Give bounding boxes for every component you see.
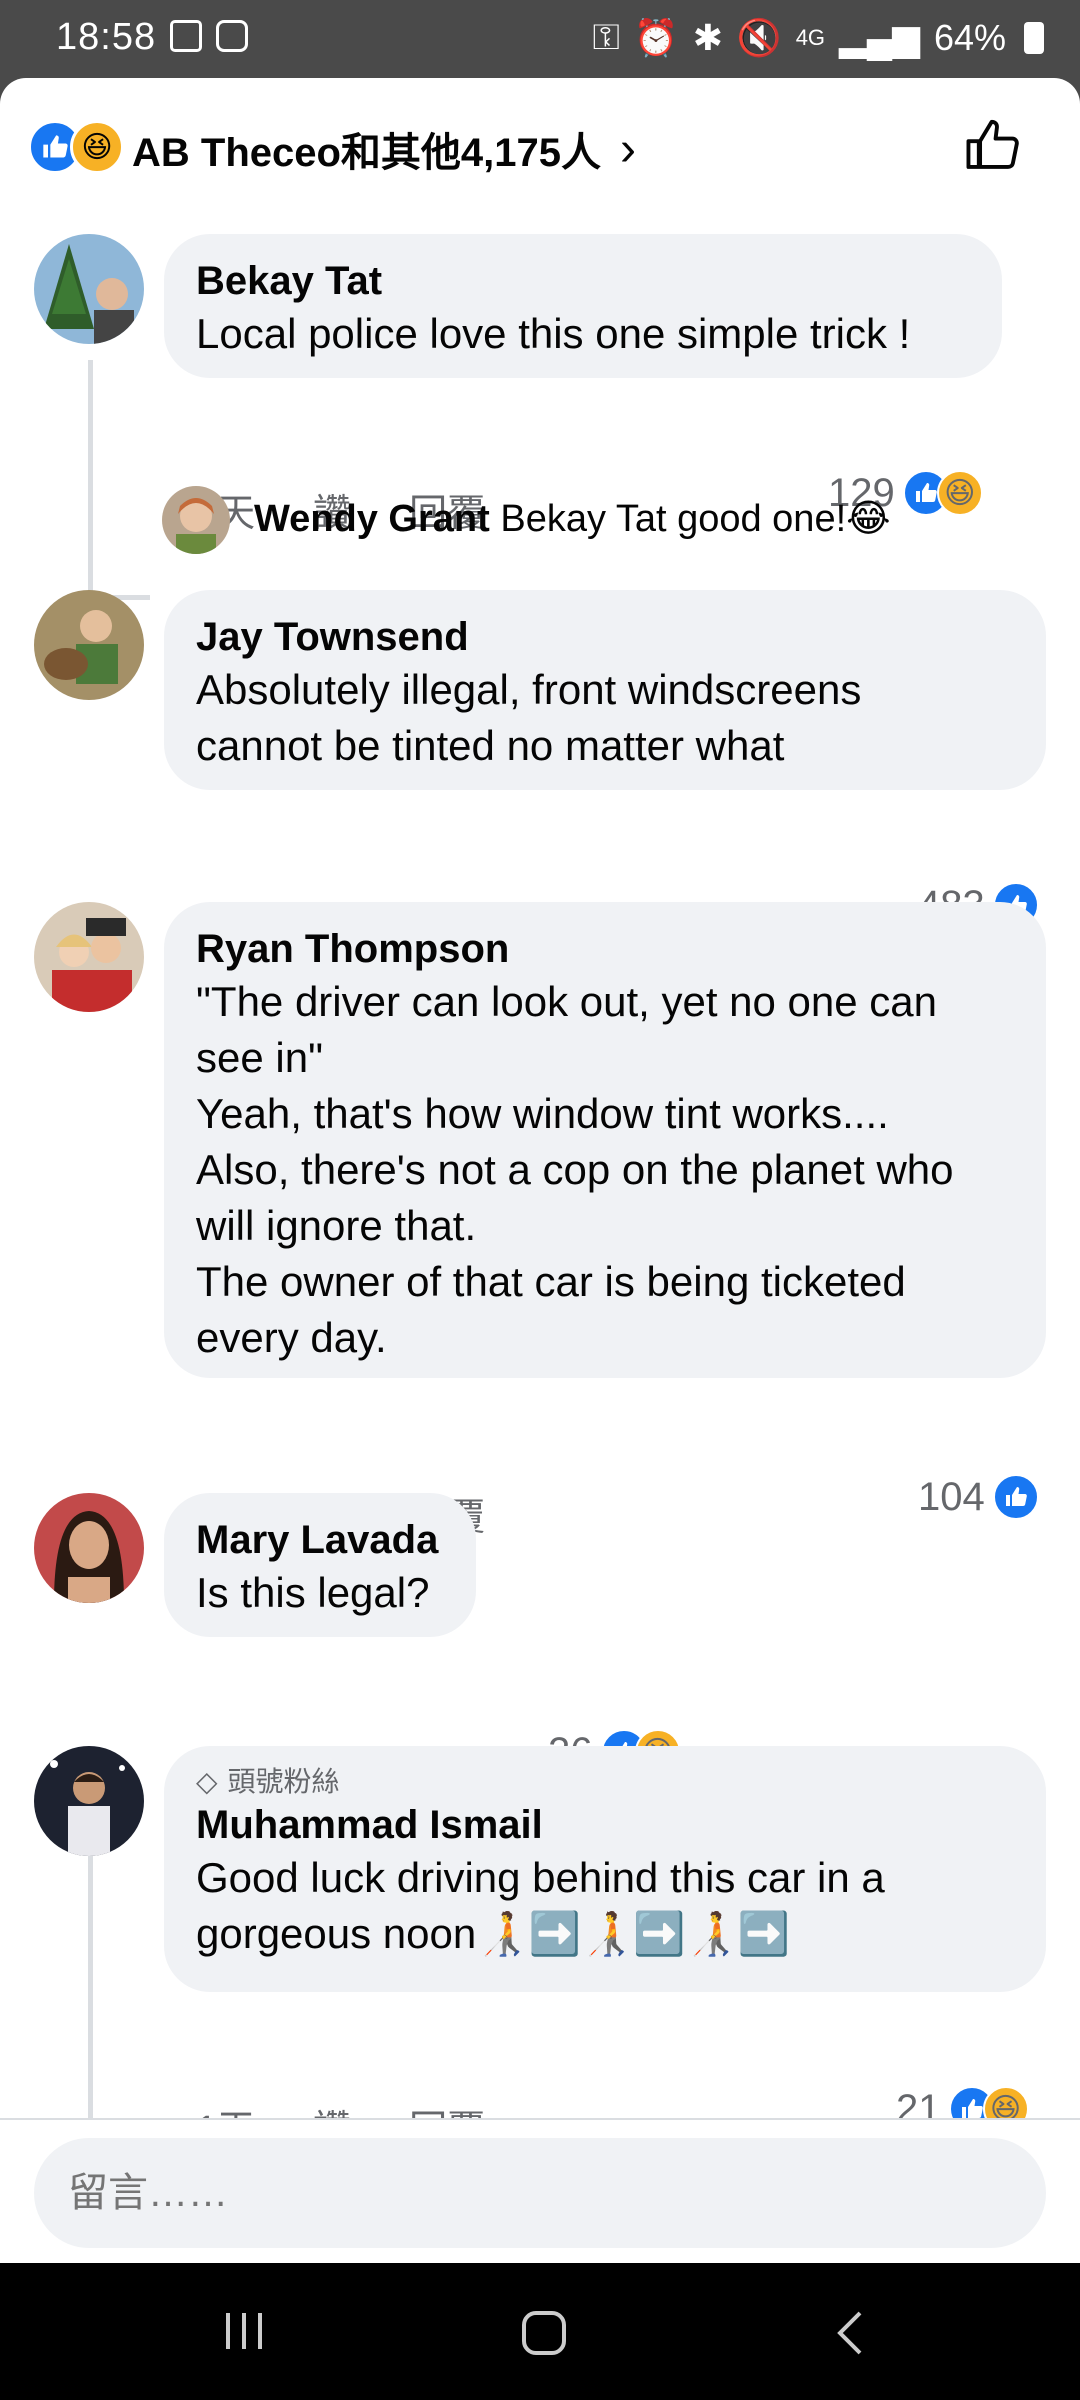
status-system-icons: ⚿ ⏰ ✱ 🔇 4G ▂▄▆ 64% xyxy=(592,16,1044,59)
like-post-button[interactable] xyxy=(962,114,1024,181)
comment-author[interactable]: Muhammad Ismail xyxy=(196,1800,1014,1850)
reaction-icons: 😆 xyxy=(28,120,124,174)
comment-author[interactable]: Jay Townsend xyxy=(196,612,1014,662)
comment-composer xyxy=(0,2118,1080,2263)
reply-text: Bekay Tat good one!😂 xyxy=(500,498,891,540)
key-icon: ⚿ xyxy=(592,16,620,57)
network-type: 4G xyxy=(795,24,826,50)
status-notification-icons xyxy=(170,20,248,52)
avatar[interactable] xyxy=(34,234,144,344)
diamond-icon: ◇ xyxy=(196,1766,218,1797)
reaction-count-number: 104 xyxy=(918,1474,985,1519)
comment-bubble[interactable]: Bekay Tat Local police love this one sim… xyxy=(164,234,1002,378)
like-reaction-icon xyxy=(992,1474,1039,1520)
back-button[interactable] xyxy=(830,2309,870,2362)
avatar[interactable] xyxy=(162,486,230,554)
comment-author[interactable]: Ryan Thompson xyxy=(196,924,1014,974)
system-nav-bar xyxy=(0,2263,1080,2400)
status-time: 18:58 xyxy=(56,16,157,58)
comment-bubble[interactable]: Ryan Thompson "The driver can look out, … xyxy=(164,902,1046,1378)
comment-text: Good luck driving behind this car in a g… xyxy=(196,1854,885,1957)
reactions-summary[interactable]: AB Theceo和其他4,175人 xyxy=(132,120,601,178)
reply-text-line: Wendy Grant Bekay Tat good one!😂 xyxy=(254,494,891,544)
mute-icon: 🔇 xyxy=(736,16,782,58)
comment-text: Is this legal? xyxy=(196,1569,430,1616)
comment-bubble[interactable]: ◇ 頭號粉絲 Muhammad Ismail Good luck driving… xyxy=(164,1746,1046,1992)
home-icon xyxy=(522,2311,566,2355)
comment-text: Absolutely illegal, front windscreens ca… xyxy=(196,666,862,769)
recent-apps-button[interactable] xyxy=(222,2309,266,2358)
haha-reaction-icon: 😆 xyxy=(70,120,124,174)
gallery-icon xyxy=(170,20,202,52)
signal-icon: ▂▄▆ xyxy=(839,16,920,58)
battery-percent: 64% xyxy=(933,16,1006,58)
avatar[interactable] xyxy=(34,1493,144,1603)
comment-input[interactable] xyxy=(34,2138,1046,2248)
comment-bubble[interactable]: Jay Townsend Absolutely illegal, front w… xyxy=(164,590,1046,790)
reactions-header[interactable]: 😆 AB Theceo和其他4,175人 › xyxy=(0,78,1080,213)
badge-label: 頭號粉絲 xyxy=(227,1766,340,1797)
status-bar: 18:58 ⚿ ⏰ ✱ 🔇 4G ▂▄▆ 64% xyxy=(0,0,1080,78)
battery-icon xyxy=(1024,21,1044,54)
comment-bubble[interactable]: Mary Lavada Is this legal? xyxy=(164,1493,476,1637)
avatar[interactable] xyxy=(34,902,144,1012)
comment-author[interactable]: Mary Lavada xyxy=(196,1515,444,1565)
thumbs-up-icon xyxy=(966,119,1019,169)
reply-thread-line xyxy=(88,1856,93,2126)
avatar[interactable] xyxy=(34,1746,144,1856)
comment-text: Local police love this one simple trick … xyxy=(196,310,911,357)
home-button[interactable] xyxy=(520,2309,568,2362)
chevron-right-icon[interactable]: › xyxy=(620,122,636,177)
avatar[interactable] xyxy=(34,590,144,700)
alarm-icon: ⏰ xyxy=(633,16,679,58)
reply-author[interactable]: Wendy Grant xyxy=(254,498,490,540)
recent-apps-icon xyxy=(226,2313,262,2349)
app-notification-icon xyxy=(216,20,248,52)
back-icon xyxy=(837,2311,862,2355)
top-fan-badge: ◇ 頭號粉絲 xyxy=(196,1764,1014,1800)
comment-text: "The driver can look out, yet no one can… xyxy=(196,978,954,1361)
reaction-count[interactable]: 104 xyxy=(918,1474,1039,1520)
comments-sheet: 😆 AB Theceo和其他4,175人 › Bekay Tat Local p… xyxy=(0,78,1080,2263)
reply-thread-line xyxy=(88,360,93,600)
haha-reaction-icon: 😆 xyxy=(936,470,983,516)
bluetooth-icon: ✱ xyxy=(692,16,723,58)
comment-author[interactable]: Bekay Tat xyxy=(196,256,970,306)
